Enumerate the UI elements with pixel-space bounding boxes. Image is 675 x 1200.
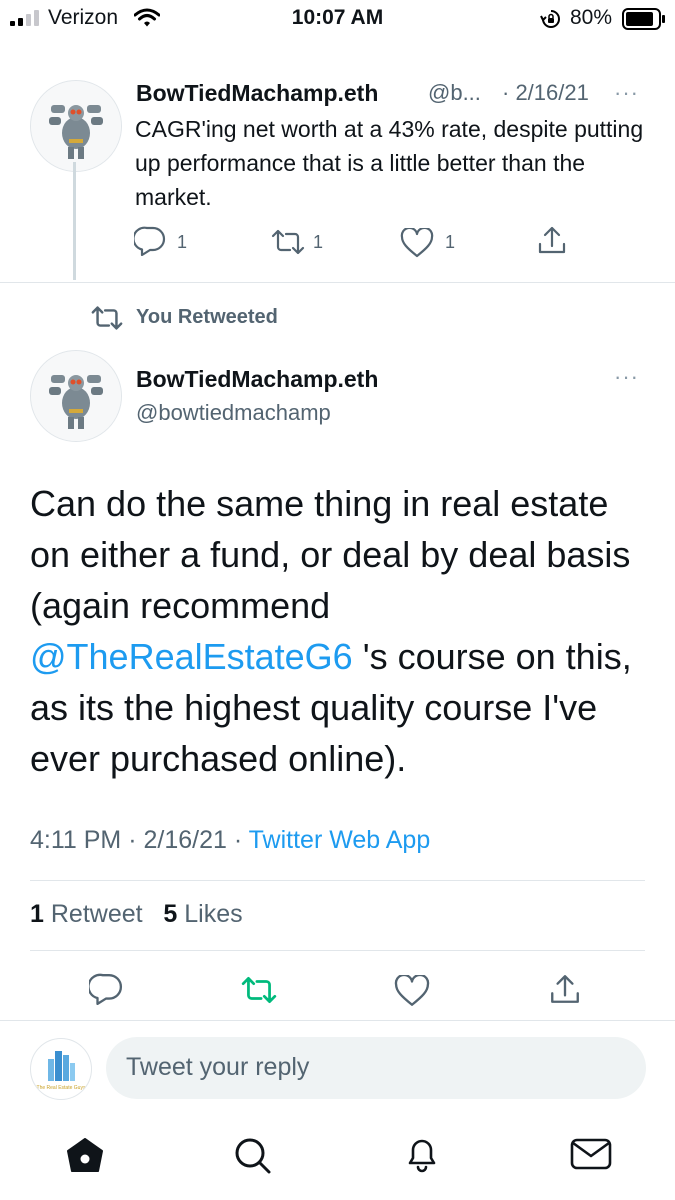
machamp-avatar-image — [31, 351, 121, 441]
messages-icon — [570, 1138, 612, 1170]
battery-icon — [622, 8, 666, 30]
retweet-icon — [271, 229, 305, 255]
thread-line — [73, 162, 76, 280]
share-icon — [551, 975, 579, 1003]
reply-count: 1 — [177, 232, 188, 252]
like-label: Likes — [184, 900, 243, 928]
retweets-stat[interactable]: 1 Retweet — [30, 900, 143, 928]
reply-icon — [89, 973, 122, 1005]
real-estate-logo-image: The Real Estate Guys — [31, 1039, 91, 1099]
reply-placeholder: Tweet your reply — [126, 1053, 310, 1081]
share-button[interactable] — [548, 972, 584, 1010]
tweet-meta: 4:11 PM · 2/16/21 · Twitter Web App — [30, 826, 430, 855]
logo-wordmark: The Real Estate Guys — [37, 1085, 86, 1091]
battery-percent: 80% — [570, 6, 613, 29]
tab-notifications[interactable] — [402, 1133, 442, 1175]
parent-author-handle[interactable]: @b... — [428, 80, 481, 106]
main-author-handle[interactable]: @bowtiedmachamp — [136, 400, 331, 426]
divider — [0, 1020, 675, 1021]
divider — [0, 282, 675, 283]
tweet-time: 4:11 PM — [30, 826, 122, 854]
main-tweet-text: Can do the same thing in real estate on … — [30, 478, 655, 784]
more-options-button[interactable]: ··· — [614, 364, 639, 390]
retweeted-icon — [90, 304, 124, 332]
reply-button[interactable] — [89, 973, 125, 1009]
notifications-icon — [408, 1139, 436, 1173]
retweet-total: 1 — [30, 900, 44, 928]
share-button[interactable] — [536, 224, 568, 258]
like-icon — [400, 228, 434, 258]
mention-link[interactable]: @TheRealEstateG6 — [30, 636, 353, 677]
more-options-button[interactable]: ··· — [614, 80, 639, 106]
parent-tweet-date[interactable]: · 2/16/21 — [502, 80, 589, 106]
tweet-date: 2/16/21 — [143, 826, 227, 854]
tab-home[interactable] — [65, 1135, 105, 1175]
retweet-label: Retweet — [50, 900, 143, 928]
parent-author-name[interactable]: BowTiedMachamp.eth — [136, 80, 378, 107]
like-icon — [394, 975, 430, 1006]
machamp-avatar-image — [31, 81, 121, 171]
like-total: 5 — [163, 900, 178, 928]
retweet-count: 1 — [313, 232, 324, 252]
separator: · — [121, 826, 144, 854]
like-count: 1 — [445, 232, 456, 252]
source-link[interactable]: Twitter Web App — [249, 826, 431, 854]
divider — [30, 880, 645, 881]
tab-messages[interactable] — [570, 1137, 614, 1173]
rotation-lock-icon — [540, 9, 562, 29]
retweet-button[interactable] — [270, 228, 310, 258]
tweet-stats: 1 Retweet 5 Likes — [30, 900, 243, 929]
reply-button[interactable] — [134, 226, 174, 258]
user-avatar[interactable]: The Real Estate Guys — [30, 1038, 92, 1100]
social-context-label: You Retweeted — [136, 306, 278, 328]
retweet-icon — [241, 977, 277, 1003]
reply-icon — [134, 226, 166, 256]
share-icon — [538, 226, 566, 254]
reply-input[interactable]: Tweet your reply — [106, 1037, 646, 1099]
retweet-button[interactable] — [240, 975, 280, 1009]
tab-search[interactable] — [232, 1135, 272, 1175]
divider — [30, 950, 645, 951]
author-avatar[interactable] — [30, 350, 122, 442]
like-button[interactable] — [400, 228, 440, 258]
parent-tweet-text: CAGR'ing net worth at a 43% rate, despit… — [135, 116, 644, 210]
author-avatar[interactable] — [30, 80, 122, 172]
home-icon — [67, 1138, 103, 1172]
like-button[interactable] — [394, 975, 432, 1009]
tweet-text-part: Can do the same thing in real estate on … — [30, 483, 631, 626]
search-icon — [235, 1138, 271, 1174]
status-bar: Verizon 10:07 AM 80% — [0, 0, 675, 36]
separator: · — [226, 826, 249, 854]
likes-stat[interactable]: 5 Likes — [163, 900, 242, 928]
main-author-name[interactable]: BowTiedMachamp.eth — [136, 366, 378, 393]
